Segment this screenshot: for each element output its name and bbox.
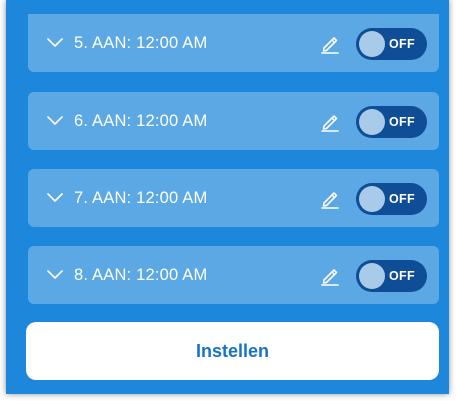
alarm-panel: 5. AAN: 12:00 AM OFF 6. AAN: 12:00 AM OF… — [6, 0, 449, 394]
chevron-down-icon[interactable] — [47, 191, 63, 205]
alarm-toggle[interactable]: OFF — [356, 260, 427, 292]
alarm-toggle[interactable]: OFF — [356, 28, 427, 60]
instellen-button[interactable]: Instellen — [26, 322, 439, 380]
toggle-state-label: OFF — [389, 37, 415, 51]
chevron-down-icon[interactable] — [47, 36, 63, 50]
alarm-label: 7. AAN: 12:00 AM — [74, 189, 208, 207]
toggle-state-label: OFF — [389, 192, 415, 206]
pencil-icon[interactable] — [319, 110, 341, 132]
toggle-knob — [359, 263, 385, 289]
toggle-knob — [359, 109, 385, 135]
chevron-down-icon[interactable] — [47, 114, 63, 128]
alarm-label: 5. AAN: 12:00 AM — [74, 34, 208, 52]
toggle-knob — [359, 31, 385, 57]
alarm-toggle[interactable]: OFF — [356, 106, 427, 138]
alarm-row-8[interactable]: 8. AAN: 12:00 AM OFF — [28, 246, 439, 304]
pencil-icon[interactable] — [319, 32, 341, 54]
toggle-knob — [359, 186, 385, 212]
toggle-state-label: OFF — [389, 269, 415, 283]
pencil-icon[interactable] — [319, 264, 341, 286]
alarm-row-7[interactable]: 7. AAN: 12:00 AM OFF — [28, 169, 439, 227]
chevron-down-icon[interactable] — [47, 268, 63, 282]
alarm-label: 6. AAN: 12:00 AM — [74, 112, 208, 130]
pencil-icon[interactable] — [319, 187, 341, 209]
alarm-row-6[interactable]: 6. AAN: 12:00 AM OFF — [28, 92, 439, 150]
alarm-row-5[interactable]: 5. AAN: 12:00 AM OFF — [28, 14, 439, 72]
toggle-state-label: OFF — [389, 115, 415, 129]
alarm-label: 8. AAN: 12:00 AM — [74, 266, 208, 284]
alarm-toggle[interactable]: OFF — [356, 183, 427, 215]
